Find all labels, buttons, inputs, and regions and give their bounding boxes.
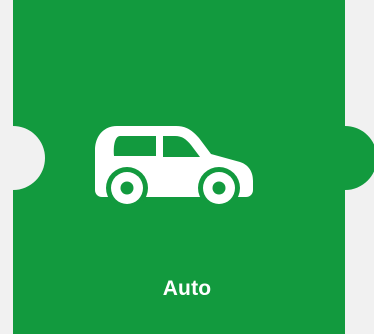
puzzle-tile-container: Auto [0,0,374,334]
tile-label: Auto [162,277,212,300]
